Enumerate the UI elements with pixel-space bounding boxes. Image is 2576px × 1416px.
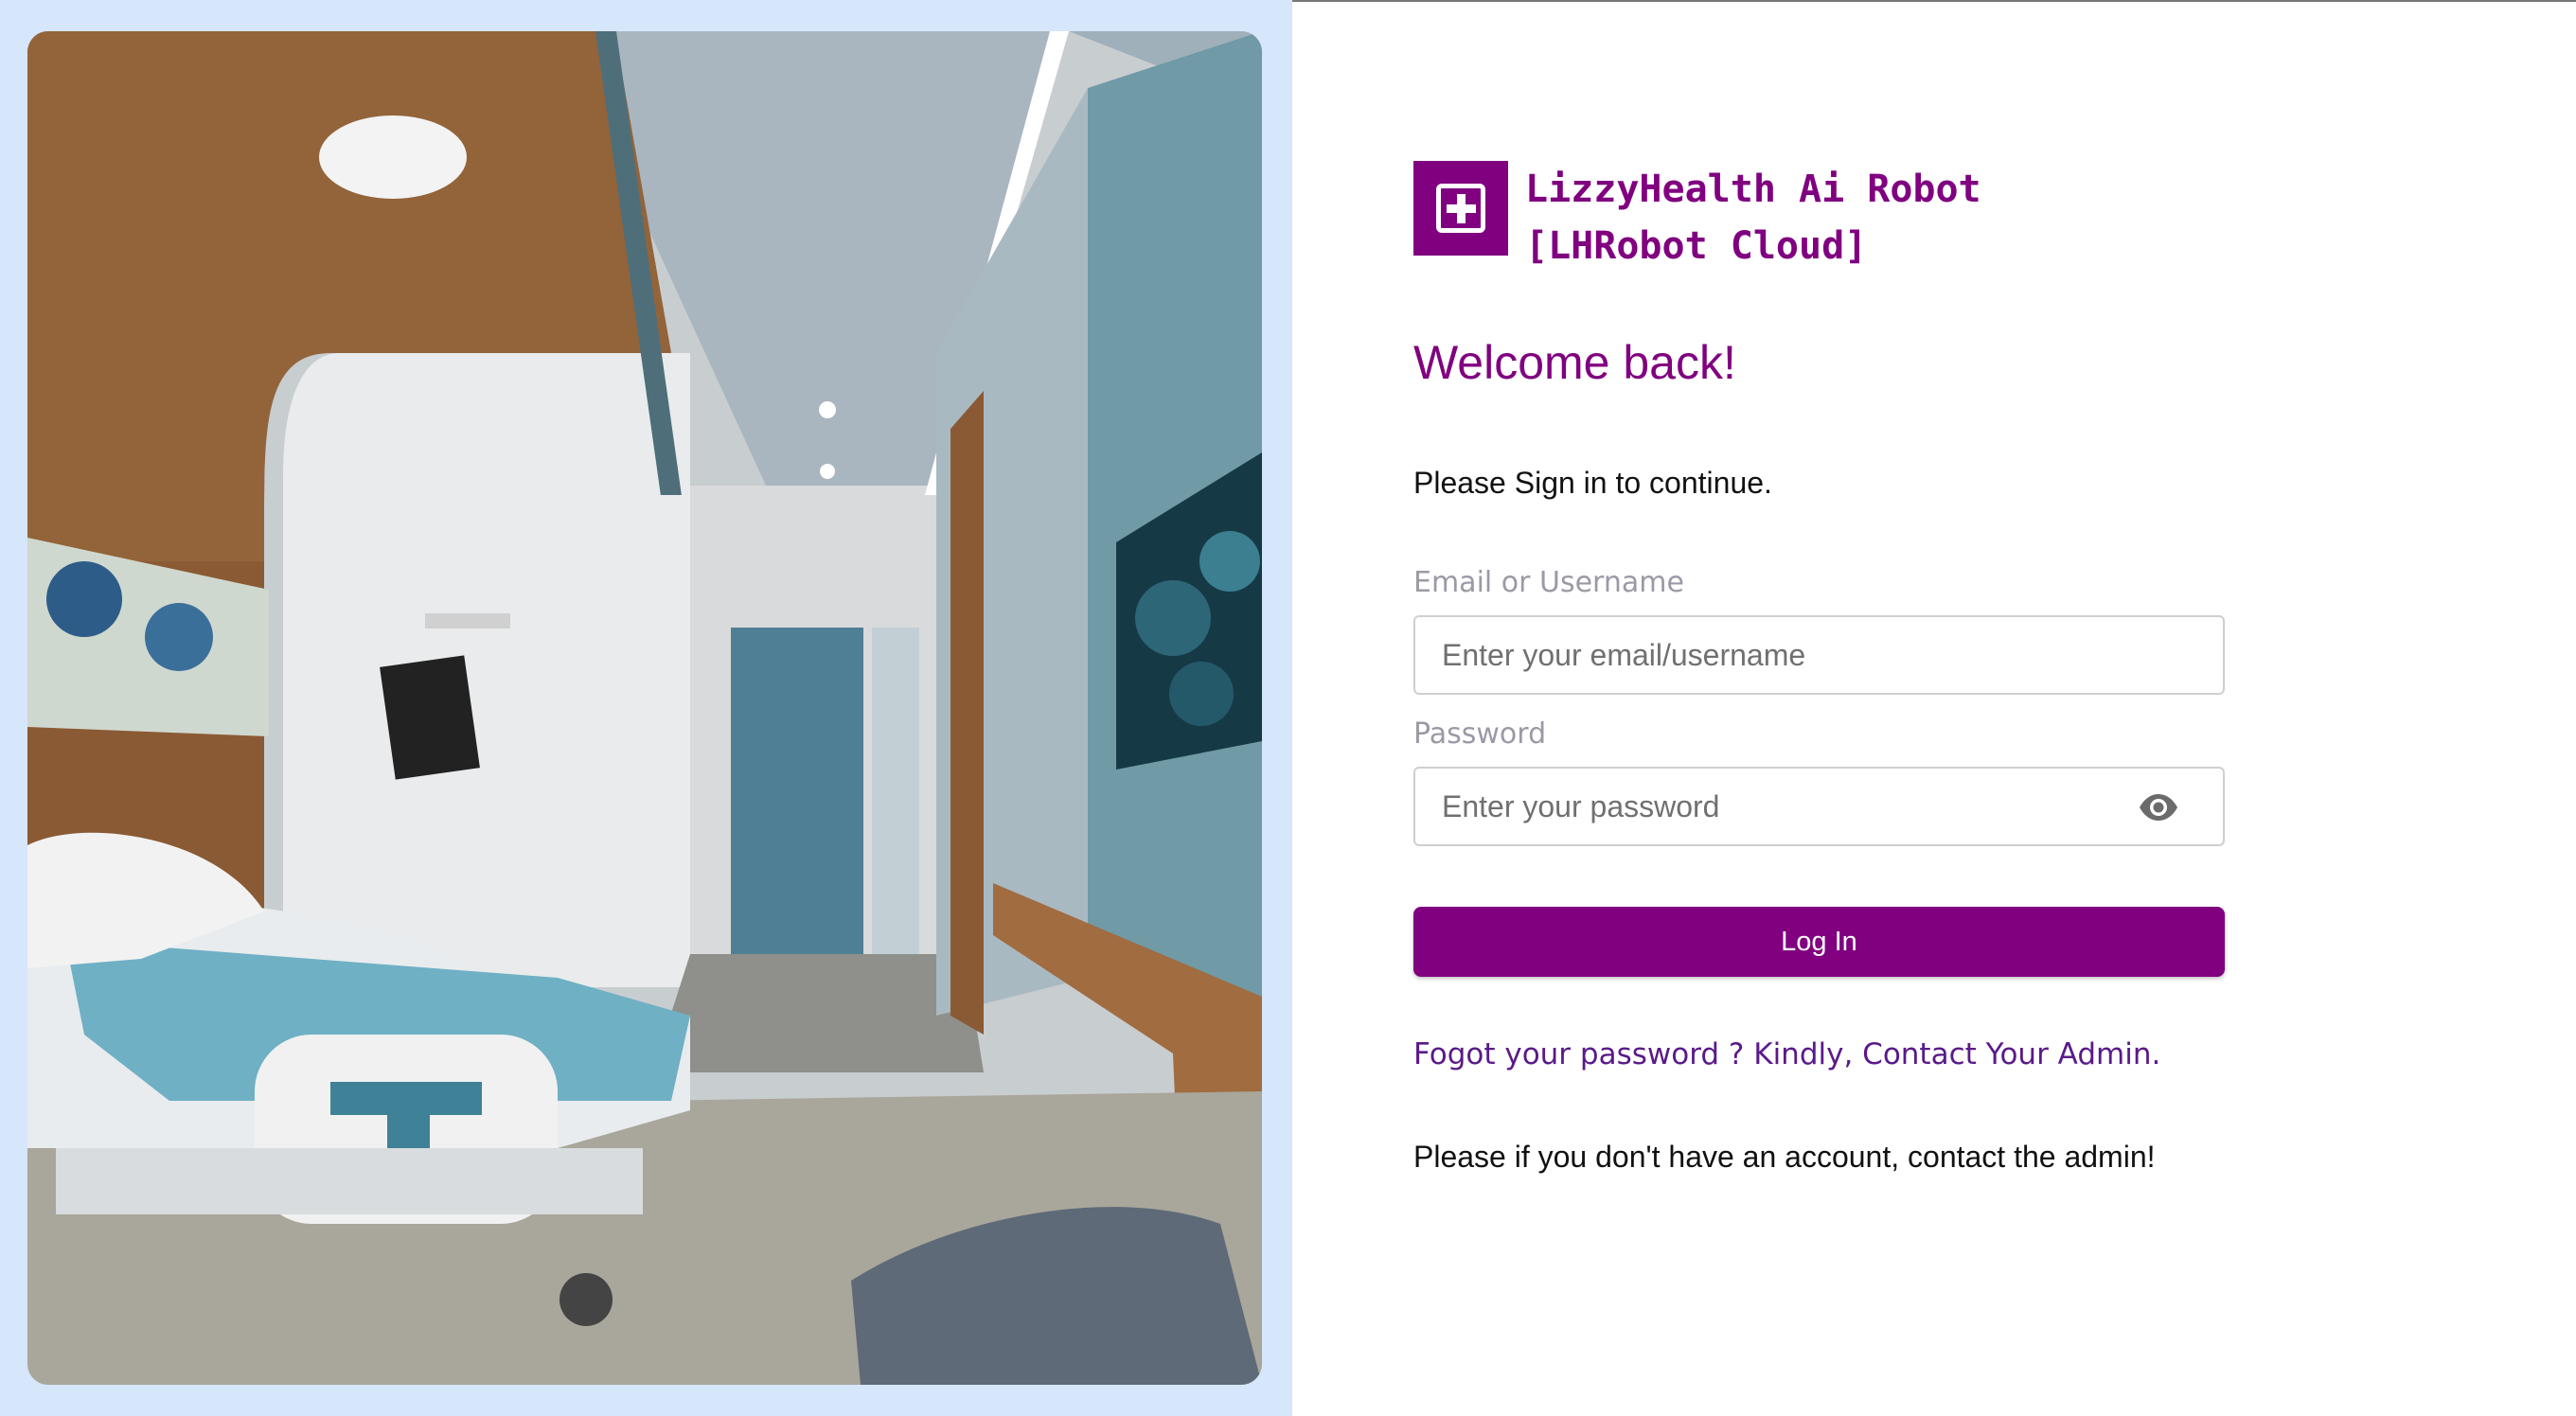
signin-subtitle: Please Sign in to continue. — [1413, 466, 1772, 500]
forgot-password-link[interactable]: Fogot your password ? Kindly, Contact Yo… — [1413, 1037, 2160, 1071]
email-field-box — [1413, 615, 2225, 695]
eye-icon[interactable] — [2138, 793, 2179, 822]
password-label: Password — [1413, 717, 1547, 751]
hospital-room-photo — [27, 31, 1262, 1385]
email-input[interactable] — [1415, 617, 2223, 693]
hero-panel — [0, 0, 1292, 1416]
login-panel: LizzyHealth Ai Robot [LHRobot Cloud] Wel… — [1292, 2, 2576, 1416]
login-button[interactable]: Log In — [1413, 907, 2225, 977]
brand-name-line2: [LHRobot Cloud] — [1525, 224, 1868, 268]
brand: LizzyHealth Ai Robot [LHRobot Cloud] — [1413, 161, 1981, 274]
login-page: LizzyHealth Ai Robot [LHRobot Cloud] Wel… — [0, 0, 2576, 1416]
password-field-box — [1413, 767, 2225, 846]
welcome-heading: Welcome back! — [1413, 336, 1736, 389]
password-input[interactable] — [1415, 769, 2223, 844]
brand-name-line1: LizzyHealth Ai Robot — [1525, 168, 1981, 211]
brand-name: LizzyHealth Ai Robot [LHRobot Cloud] — [1525, 161, 1981, 274]
medical-cross-icon — [1413, 161, 1508, 256]
no-account-text: Please if you don't have an account, con… — [1413, 1140, 2156, 1174]
email-label: Email or Username — [1413, 566, 1684, 599]
